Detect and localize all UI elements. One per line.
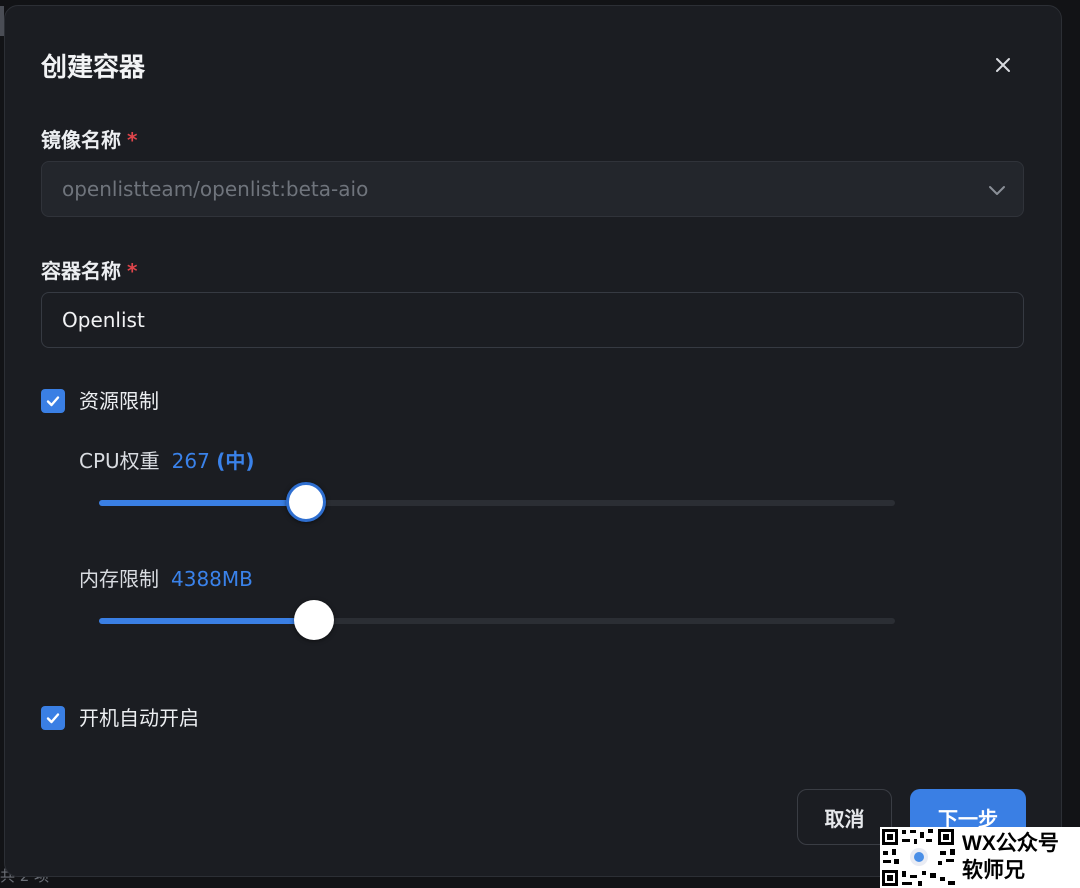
required-mark: * <box>127 259 138 283</box>
memory-limit-slider[interactable] <box>99 600 895 640</box>
memory-limit-slider-thumb[interactable] <box>294 600 334 640</box>
cpu-weight-slider-thumb[interactable] <box>286 482 326 522</box>
watermark-line-1: WX公众号 <box>962 831 1059 855</box>
cpu-weight-label: CPU权重 267 (中) <box>79 445 255 474</box>
resource-limit-checkbox[interactable] <box>41 389 65 413</box>
watermark: WX公众号 软师兄 <box>880 827 1080 888</box>
resource-limit-row: 资源限制 <box>41 387 159 415</box>
memory-limit-name: 内存限制 <box>79 567 159 591</box>
auto-start-row: 开机自动开启 <box>41 704 199 732</box>
resource-limit-label: 资源限制 <box>79 389 159 413</box>
cancel-button[interactable]: 取消 <box>797 789 892 845</box>
cpu-weight-value: 267 (中) <box>172 445 255 474</box>
create-container-dialog: 创建容器 镜像名称 * openlistteam/openlist:beta-ai… <box>4 5 1062 877</box>
image-name-select[interactable]: openlistteam/openlist:beta-aio <box>41 161 1024 217</box>
close-button[interactable] <box>989 51 1017 79</box>
chevron-down-icon <box>989 186 1005 195</box>
qr-code-icon <box>880 827 958 888</box>
required-mark: * <box>127 128 138 152</box>
auto-start-checkbox[interactable] <box>41 706 65 730</box>
check-icon <box>46 713 60 724</box>
memory-limit-slider-fill <box>99 618 314 624</box>
cpu-weight-number: 267 <box>171 449 210 473</box>
auto-start-label: 开机自动开启 <box>79 706 199 730</box>
check-icon <box>46 396 60 407</box>
cpu-weight-level: (中) <box>216 449 255 473</box>
container-name-label: 容器名称 * <box>41 257 137 285</box>
watermark-text: WX公众号 软师兄 <box>958 827 1059 888</box>
watermark-line-2: 软师兄 <box>962 858 1025 882</box>
image-name-label-text: 镜像名称 <box>41 128 121 152</box>
image-name-value: openlistteam/openlist:beta-aio <box>62 177 369 201</box>
container-name-input[interactable] <box>41 292 1024 348</box>
cpu-weight-slider-fill <box>99 500 306 506</box>
image-name-label: 镜像名称 * <box>41 126 137 154</box>
cpu-weight-name: CPU权重 <box>79 449 160 473</box>
memory-limit-label: 内存限制 4388MB <box>79 563 253 592</box>
cpu-weight-slider[interactable] <box>99 482 895 522</box>
container-name-label-text: 容器名称 <box>41 259 121 283</box>
close-icon <box>996 58 1010 72</box>
memory-limit-value: 4388MB <box>171 567 253 591</box>
dialog-title: 创建容器 <box>41 53 146 83</box>
